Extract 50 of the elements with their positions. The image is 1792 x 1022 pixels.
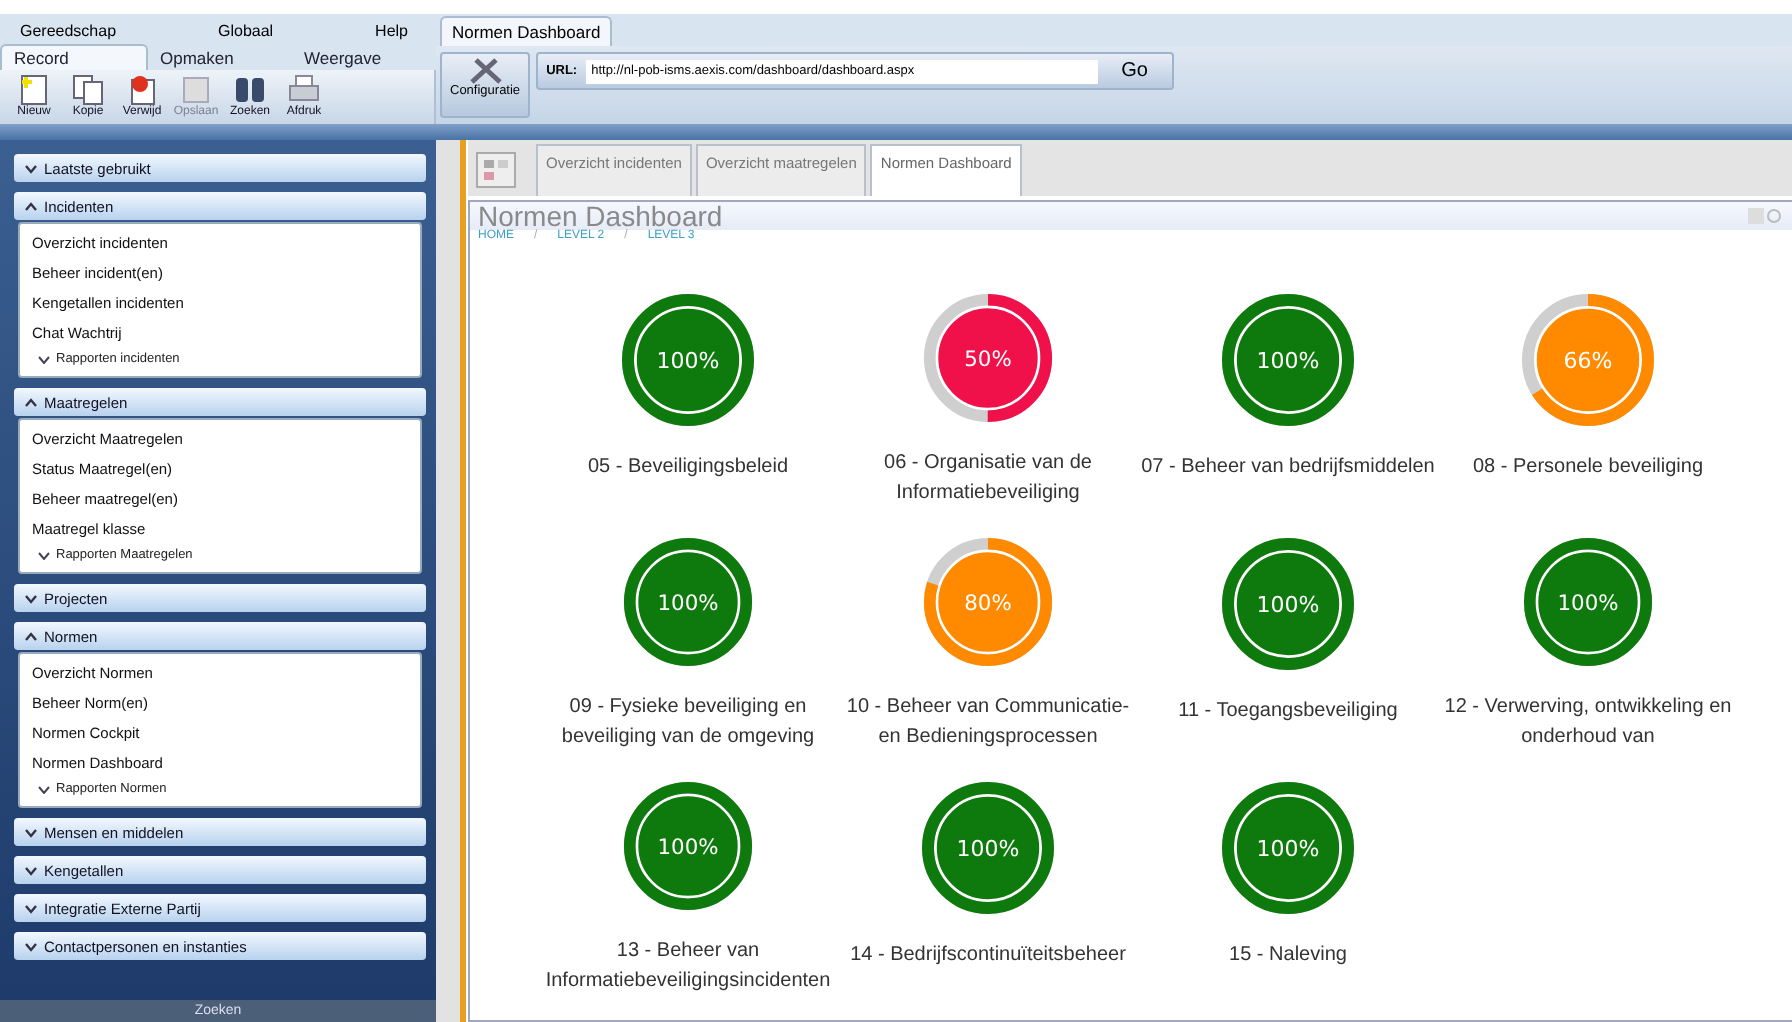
- gauge-value: 50%: [964, 345, 1012, 372]
- gauge-value: 100%: [956, 836, 1020, 862]
- gauge-label: 06 - Organisatie van de Informatiebeveiliging: [882, 450, 1094, 508]
- gauge-value: 100%: [1256, 592, 1320, 618]
- go-button[interactable]: Go: [1105, 60, 1164, 82]
- gauge-label: 11 - Toegangsbeveiliging: [1176, 698, 1400, 726]
- chevron-icon: [38, 355, 50, 363]
- gauge-value: 80%: [964, 589, 1012, 616]
- chevron-icon: [24, 903, 38, 913]
- menu-item[interactable]: Gereedschap: [20, 22, 117, 40]
- scrollbar[interactable]: [436, 140, 460, 1022]
- gauge-label: 14 - Bedrijfscontinuïteitsbeheer: [848, 942, 1128, 970]
- gauge-label: 12 - Verwerving, ontwikkeling en onderhoud van: [1442, 694, 1734, 752]
- gauge-label: 10 - Beheer van Communicatie- en Bedieningsprocessen: [844, 694, 1132, 752]
- gauge-value: 100%: [657, 833, 719, 860]
- page-title: Normen Dashboard: [478, 200, 723, 232]
- chevron-icon: [24, 397, 38, 407]
- chevron-icon: [24, 865, 38, 875]
- ribbon-tab[interactable]: Record: [0, 44, 148, 70]
- gauge-value: 100%: [656, 348, 720, 374]
- gauge-label: 09 - Fysieke beveiliging en beveiliging van de omgeving: [559, 694, 817, 752]
- gauge-value: 100%: [1256, 348, 1320, 374]
- chevron-icon: [24, 827, 38, 837]
- print-icon: [286, 74, 322, 106]
- chevron-icon: [38, 551, 50, 559]
- ribbon-tab[interactable]: Weergave: [292, 46, 436, 70]
- save-icon: [178, 74, 214, 106]
- chevron-icon: [24, 163, 38, 173]
- chevron-icon: [24, 201, 38, 211]
- copy-icon: [70, 74, 106, 106]
- gauge-value: 100%: [1557, 589, 1619, 616]
- gauge-label: 08 - Personele beveiliging: [1470, 454, 1706, 482]
- chevron-icon: [24, 593, 38, 603]
- chevron-icon: [38, 785, 50, 793]
- gauge-label: 15 - Naleving: [1227, 942, 1349, 970]
- gauge-value: 100%: [657, 589, 719, 616]
- gauge-label: 13 - Beheer van Informatiebeveiligingsincidenten: [543, 938, 833, 996]
- window-controls-icon[interactable]: [1748, 208, 1784, 224]
- gauge-value: 66%: [1563, 348, 1613, 374]
- chevron-icon: [24, 941, 38, 951]
- gauge-label: 05 - Beveiligingsbeleid: [585, 454, 791, 482]
- new-icon: [16, 74, 52, 106]
- layout-icon[interactable]: [476, 152, 516, 188]
- menu-item[interactable]: Globaal: [218, 22, 274, 40]
- document-tab[interactable]: Normen Dashboard: [440, 16, 613, 46]
- ribbon-tab[interactable]: Opmaken: [148, 46, 292, 70]
- menu-item[interactable]: Help: [375, 22, 408, 40]
- gauge-label: 07 - Beheer van bedrijfsmiddelen: [1139, 454, 1437, 482]
- chevron-icon: [24, 631, 38, 641]
- gauge-value: 100%: [1256, 836, 1320, 862]
